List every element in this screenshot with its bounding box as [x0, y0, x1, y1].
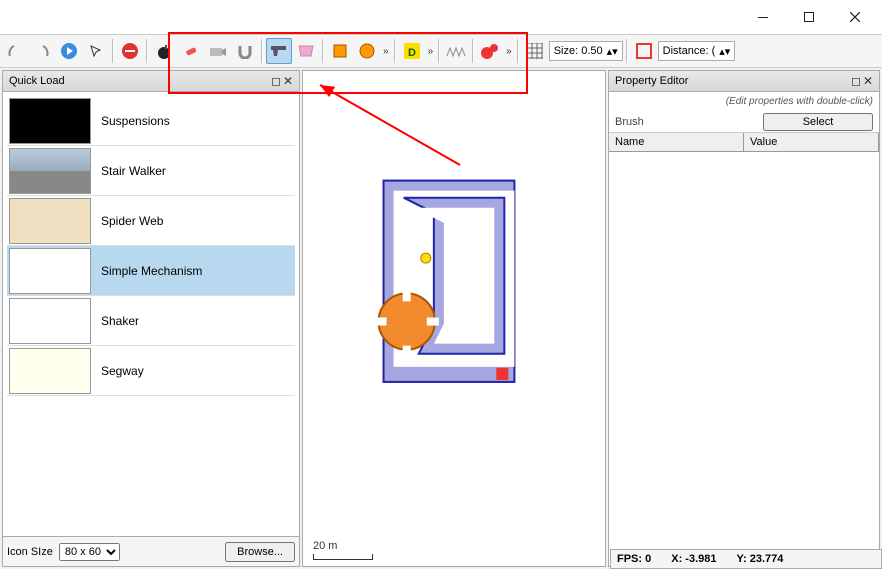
property-body: (Edit properties with double-click) Brus…: [608, 92, 880, 567]
browse-button[interactable]: Browse...: [225, 542, 295, 562]
tool-arc2-icon[interactable]: [29, 38, 55, 64]
tool-camera-icon[interactable]: [205, 38, 231, 64]
close-panel-icon[interactable]: ✕: [863, 74, 873, 88]
thumb-icon: [9, 348, 91, 394]
separator: [438, 39, 440, 63]
separator: [626, 39, 628, 63]
list-item-label: Segway: [101, 364, 144, 378]
tool-circle-icon[interactable]: [354, 38, 380, 64]
tool-blob-icon[interactable]: [477, 38, 503, 64]
separator: [472, 39, 474, 63]
list-item-label: Shaker: [101, 314, 139, 328]
main-toolbar: » D » » Size: 0.50▴▾ Distance: (▴▾: [0, 34, 882, 68]
list-item[interactable]: Simple Mechanism: [7, 246, 295, 296]
tool-bomb-icon[interactable]: [151, 38, 177, 64]
thumb-icon: [9, 198, 91, 244]
main-area: Quick Load ◻✕ Suspensions Stair Walker S…: [0, 68, 882, 569]
brush-label: Brush: [615, 116, 763, 128]
separator: [322, 39, 324, 63]
col-name: Name: [609, 133, 744, 151]
list-item[interactable]: Suspensions: [7, 96, 295, 146]
tool-eraser-icon[interactable]: [178, 38, 204, 64]
size-label: Size: 0.50: [554, 45, 603, 57]
brush-row: Brush Select: [609, 111, 879, 133]
undock-icon[interactable]: ◻: [271, 74, 281, 88]
select-button[interactable]: Select: [763, 113, 873, 131]
tool-grid-icon[interactable]: [522, 38, 548, 64]
maximize-button[interactable]: [786, 2, 832, 32]
tool-cursor-icon[interactable]: [83, 38, 109, 64]
thumb-icon: [9, 248, 91, 294]
mechanism-drawing: [303, 71, 605, 566]
more-blob-icon[interactable]: »: [504, 46, 514, 57]
tool-play-icon[interactable]: [56, 38, 82, 64]
tool-delete-icon[interactable]: [117, 38, 143, 64]
list-item-label: Simple Mechanism: [101, 264, 202, 278]
close-button[interactable]: [832, 2, 878, 32]
status-bar: FPS: 0 X: -3.981 Y: 23.774: [610, 549, 882, 569]
list-item-label: Suspensions: [101, 114, 170, 128]
status-fps: FPS: 0: [617, 553, 651, 565]
list-item-label: Stair Walker: [101, 164, 166, 178]
svg-text:D: D: [408, 47, 416, 59]
thumb-icon: [9, 148, 91, 194]
scale-indicator: 20 m: [313, 540, 373, 560]
separator: [517, 39, 519, 63]
separator: [261, 39, 263, 63]
quickload-title: Quick Load: [9, 75, 65, 87]
list-item[interactable]: Spider Web: [7, 196, 295, 246]
list-item[interactable]: Shaker: [7, 296, 295, 346]
window-titlebar: [0, 0, 882, 34]
list-item[interactable]: Stair Walker: [7, 146, 295, 196]
col-value: Value: [744, 133, 879, 151]
tool-d-icon[interactable]: D: [399, 38, 425, 64]
tool-gun-icon[interactable]: [266, 38, 292, 64]
undock-icon[interactable]: ◻: [851, 74, 861, 88]
iconsize-label: Icon SIze: [7, 546, 53, 558]
separator: [112, 39, 114, 63]
quickload-header: Quick Load ◻✕: [2, 70, 300, 92]
tool-magnet-icon[interactable]: [232, 38, 258, 64]
tool-arc1-icon[interactable]: [2, 38, 28, 64]
tool-rect-outline-icon[interactable]: [631, 38, 657, 64]
more-d-icon[interactable]: »: [426, 46, 436, 57]
size-input[interactable]: Size: 0.50 ▴▾: [549, 41, 623, 61]
scale-label: 20 m: [313, 540, 337, 552]
quickload-footer: Icon SIze 80 x 60 Browse...: [2, 537, 300, 567]
minimize-button[interactable]: [740, 2, 786, 32]
status-x: X: -3.981: [671, 553, 716, 565]
canvas-viewport[interactable]: 20 m: [302, 70, 606, 567]
distance-label: Distance: (: [663, 45, 716, 57]
tool-square-icon[interactable]: [327, 38, 353, 64]
tool-spring-icon[interactable]: [443, 38, 469, 64]
thumb-icon: [9, 298, 91, 344]
more-shapes-icon[interactable]: »: [381, 46, 391, 57]
iconsize-select[interactable]: 80 x 60: [59, 543, 120, 561]
close-panel-icon[interactable]: ✕: [283, 74, 293, 88]
property-table-header: Name Value: [609, 133, 879, 152]
property-table-body[interactable]: [609, 152, 879, 566]
quickload-panel: Quick Load ◻✕ Suspensions Stair Walker S…: [2, 70, 300, 567]
property-title: Property Editor: [615, 75, 688, 87]
property-panel: Property Editor ◻✕ (Edit properties with…: [608, 70, 880, 567]
property-header: Property Editor ◻✕: [608, 70, 880, 92]
stepper-icon[interactable]: ▴▾: [607, 45, 618, 58]
stepper-icon[interactable]: ▴▾: [719, 45, 730, 58]
list-item-label: Spider Web: [101, 214, 163, 228]
separator: [146, 39, 148, 63]
list-item[interactable]: Segway: [7, 346, 295, 396]
status-y: Y: 23.774: [736, 553, 783, 565]
thumb-icon: [9, 98, 91, 144]
separator: [394, 39, 396, 63]
quickload-list[interactable]: Suspensions Stair Walker Spider Web Simp…: [2, 92, 300, 537]
distance-input[interactable]: Distance: (▴▾: [658, 41, 736, 61]
property-hint: (Edit properties with double-click): [609, 92, 879, 111]
scale-bar-icon: [313, 554, 373, 560]
tool-fabric-icon[interactable]: [293, 38, 319, 64]
